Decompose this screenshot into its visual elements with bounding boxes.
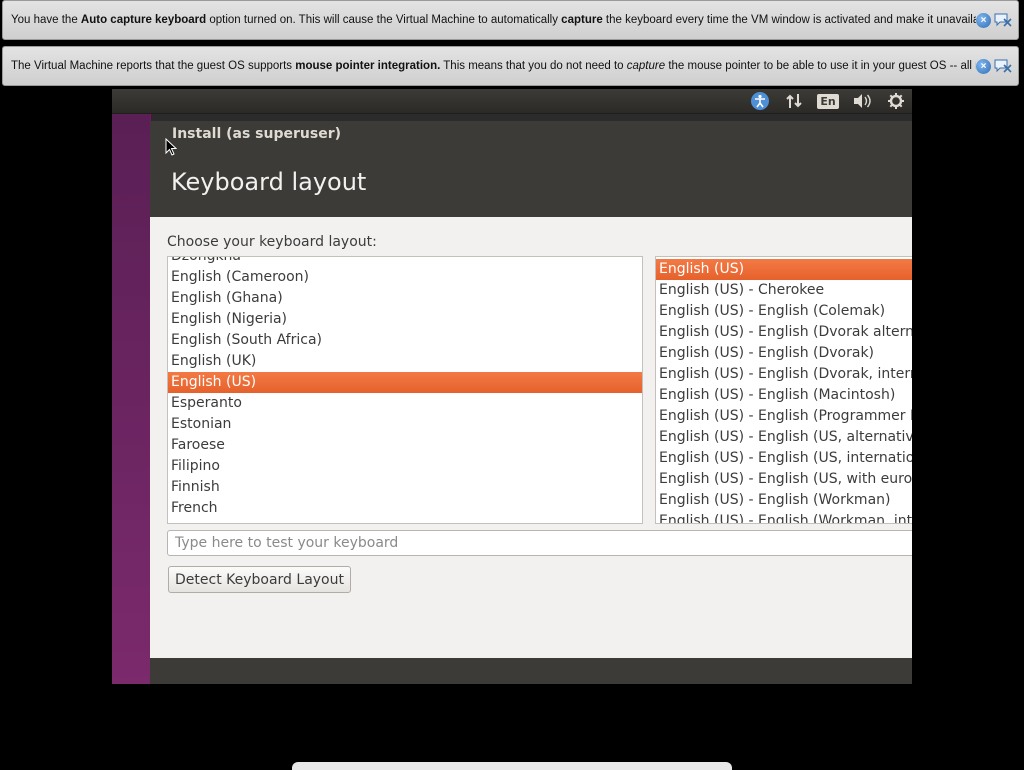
installer-header: Install (as superuser) Keyboard layout xyxy=(150,121,912,217)
variant-list-item[interactable]: English (US) - English (Dvorak alternati… xyxy=(656,322,912,343)
detect-keyboard-layout-button[interactable]: Detect Keyboard Layout xyxy=(168,566,351,593)
keyboard-layout-list[interactable]: Dzongkha English (Cameroon) English (Ghana… xyxy=(167,256,643,524)
variant-list-item[interactable]: English (US) - English (US, with euro on… xyxy=(656,469,912,490)
variant-list-item[interactable]: English (US) - Cherokee xyxy=(656,280,912,301)
notification-text: You have the Auto capture keyboard optio… xyxy=(11,14,976,26)
variant-list-item[interactable]: English (US) - English (Macintosh) xyxy=(656,385,912,406)
layout-list-item[interactable]: Finnish xyxy=(168,477,642,498)
choose-layout-label: Choose your keyboard layout: xyxy=(167,234,377,250)
do-not-show-again-icon[interactable] xyxy=(994,58,1012,74)
variant-list-item[interactable]: English (US) - English (Programmer Dvora… xyxy=(656,406,912,427)
notification-text: The Virtual Machine reports that the gue… xyxy=(11,60,976,72)
layout-list-item[interactable]: English (Ghana) xyxy=(168,288,642,309)
volume-icon[interactable] xyxy=(852,91,872,111)
vm-screen[interactable]: En Install (as superuser) Keyboard layou… xyxy=(112,89,912,684)
desktop-background xyxy=(112,114,150,684)
close-icon[interactable]: × xyxy=(976,58,991,74)
top-panel: En xyxy=(112,89,912,114)
variant-list-item[interactable]: English (US) - English (US, alternative … xyxy=(656,427,912,448)
layout-list-item[interactable]: Faroese xyxy=(168,435,642,456)
accessibility-icon[interactable] xyxy=(750,91,770,111)
keyboard-test-input[interactable] xyxy=(167,530,912,556)
network-icon[interactable] xyxy=(784,91,804,111)
variant-list-item[interactable]: English (US) - English (Workman) xyxy=(656,490,912,511)
variant-list-item[interactable]: English (US) - English (Dvorak, internat… xyxy=(656,364,912,385)
variant-list-item[interactable]: English (US) - English (US, internationa… xyxy=(656,448,912,469)
keyboard-variant-list[interactable]: English (US) English (US) - Cherokee Engli… xyxy=(655,256,912,524)
installer-window: Install (as superuser) Keyboard layout C… xyxy=(150,121,912,684)
variant-list-item[interactable]: English (US) - English (Dvorak) xyxy=(656,343,912,364)
layout-list-item[interactable]: English (Cameroon) xyxy=(168,267,642,288)
variant-list-item[interactable]: English (US) - English (Colemak) xyxy=(656,301,912,322)
do-not-show-again-icon[interactable] xyxy=(994,12,1012,28)
layout-list-item[interactable]: Filipino xyxy=(168,456,642,477)
variant-list-item[interactable]: English (US) xyxy=(656,259,912,280)
layout-list-item[interactable]: French xyxy=(168,498,642,519)
keyboard-language-indicator[interactable]: En xyxy=(817,91,839,111)
layout-list-item[interactable]: Dzongkha xyxy=(168,257,642,267)
mini-toolbar[interactable] xyxy=(292,762,732,770)
layout-list-item[interactable]: Estonian xyxy=(168,414,642,435)
close-icon[interactable]: × xyxy=(976,12,991,28)
system-tray: En xyxy=(750,90,906,112)
layout-list-item[interactable]: English (US) xyxy=(168,372,642,393)
settings-gear-icon[interactable] xyxy=(886,91,906,111)
window-title: Install (as superuser) xyxy=(172,126,341,142)
layout-list-item[interactable]: English (South Africa) xyxy=(168,330,642,351)
layout-list-item[interactable]: English (UK) xyxy=(168,351,642,372)
page-title: Keyboard layout xyxy=(171,168,367,196)
installer-footer xyxy=(150,658,912,684)
notification-mouse-integration: The Virtual Machine reports that the gue… xyxy=(2,46,1019,86)
variant-list-item[interactable]: English (US) - English (Workman, interna… xyxy=(656,511,912,523)
layout-list-item[interactable]: English (Nigeria) xyxy=(168,309,642,330)
layout-list-item[interactable]: Esperanto xyxy=(168,393,642,414)
notification-keyboard-capture: You have the Auto capture keyboard optio… xyxy=(2,0,1019,40)
mouse-cursor-icon xyxy=(165,138,177,156)
